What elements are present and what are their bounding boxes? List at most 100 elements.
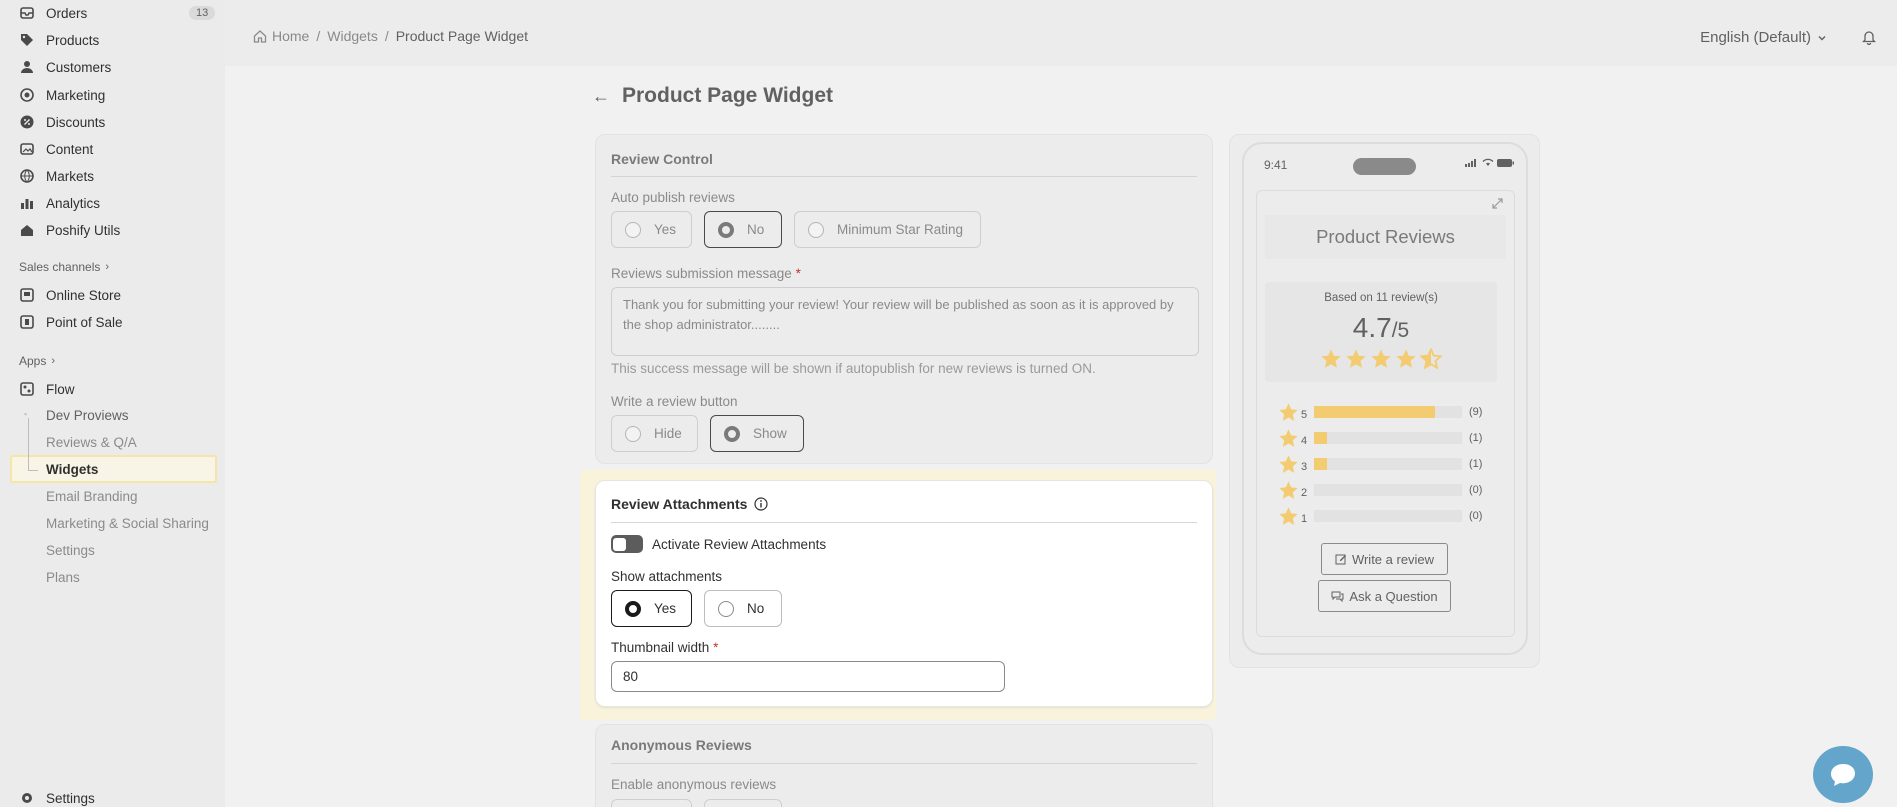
auto-publish-min-star-radio[interactable]: Minimum Star Rating bbox=[794, 211, 981, 248]
chat-bubble-icon bbox=[1829, 762, 1857, 788]
anonymous-no-radio[interactable] bbox=[704, 799, 782, 807]
sidebar-subitem-settings[interactable]: Settings bbox=[46, 543, 95, 558]
breadcrumb-home[interactable]: Home bbox=[272, 28, 309, 44]
sidebar-item-label: Online Store bbox=[46, 287, 122, 303]
ask-question-preview-button[interactable]: Ask a Question bbox=[1318, 580, 1451, 612]
sidebar-subitem-email-branding[interactable]: Email Branding bbox=[46, 489, 138, 504]
sidebar-item-flow[interactable]: Flow bbox=[20, 378, 75, 400]
apps-header[interactable]: Apps › bbox=[19, 354, 55, 368]
sidebar: Orders 13 Products Customers Marketing D… bbox=[0, 0, 225, 807]
edit-icon bbox=[1335, 553, 1347, 565]
sidebar-item-label: Markets bbox=[46, 168, 95, 184]
sidebar-item-orders[interactable]: Orders bbox=[20, 2, 87, 24]
widget-preview-card: 9:41 Product Reviews Based on 11 review(… bbox=[1229, 134, 1540, 668]
average-rating: 4.7/5 bbox=[1352, 312, 1410, 343]
sidebar-item-products[interactable]: Products bbox=[20, 29, 99, 51]
thumbnail-width-input[interactable]: 80 bbox=[611, 661, 1005, 692]
sidebar-item-settings[interactable]: Settings bbox=[20, 787, 95, 807]
sidebar-item-online-store[interactable]: Online Store bbox=[20, 284, 121, 306]
sidebar-item-label: Analytics bbox=[46, 195, 101, 211]
language-selector[interactable]: English (Default) bbox=[1700, 29, 1827, 46]
auto-publish-no-radio[interactable]: No bbox=[704, 211, 782, 248]
write-review-preview-button[interactable]: Write a review bbox=[1321, 543, 1448, 575]
sidebar-subitem-widgets[interactable]: Widgets bbox=[46, 462, 98, 477]
write-review-hide-radio[interactable]: Hide bbox=[611, 415, 698, 452]
sidebar-item-label: Marketing bbox=[46, 87, 106, 103]
activate-attachments-toggle[interactable] bbox=[611, 535, 643, 553]
toggle-knob bbox=[613, 537, 626, 551]
radio-circle bbox=[625, 221, 641, 238]
star-icon bbox=[1371, 349, 1391, 368]
bar-chart-icon bbox=[20, 196, 34, 210]
sidebar-item-label: Products bbox=[46, 32, 100, 48]
show-attachments-no-radio[interactable]: No bbox=[704, 590, 782, 627]
enable-anonymous-label: Enable anonymous reviews bbox=[611, 777, 777, 792]
divider bbox=[611, 763, 1197, 764]
sidebar-subitem-marketing-social[interactable]: Marketing & Social Sharing bbox=[46, 516, 209, 531]
sidebar-item-content[interactable]: Content bbox=[20, 138, 93, 160]
sidebar-item-discounts[interactable]: Discounts bbox=[20, 111, 105, 133]
tag-icon bbox=[20, 33, 34, 47]
home-icon bbox=[253, 29, 267, 43]
distribution-star-number: 5 bbox=[1301, 409, 1308, 421]
anonymous-reviews-card: Anonymous Reviews Enable anonymous revie… bbox=[595, 724, 1213, 807]
home-icon bbox=[20, 223, 34, 237]
distribution-bar bbox=[1314, 432, 1462, 444]
info-icon[interactable] bbox=[754, 497, 769, 511]
star-icon bbox=[1279, 402, 1298, 421]
anonymous-yes-radio[interactable] bbox=[611, 799, 692, 807]
distribution-row: 5 (9) bbox=[1278, 401, 1482, 423]
sidebar-item-label: Content bbox=[46, 141, 94, 157]
distribution-bar bbox=[1314, 458, 1462, 470]
top-bar: Home / Widgets / Product Page Widget Eng… bbox=[225, 0, 1897, 66]
distribution-star-number: 4 bbox=[1301, 435, 1308, 447]
phone-time: 9:41 bbox=[1264, 158, 1288, 172]
pos-icon bbox=[20, 315, 34, 329]
distribution-bar-fill bbox=[1314, 432, 1328, 444]
star-icon bbox=[1396, 349, 1416, 368]
chat-bubble-icon bbox=[1331, 590, 1344, 602]
show-attachments-yes-radio[interactable]: Yes bbox=[611, 590, 692, 627]
sidebar-subitem-reviews-qa[interactable]: Reviews & Q/A bbox=[46, 435, 137, 450]
tree-line bbox=[28, 418, 29, 470]
distribution-star-number: 1 bbox=[1301, 513, 1308, 525]
write-review-show-radio[interactable]: Show bbox=[710, 415, 804, 452]
radio-circle-selected bbox=[724, 425, 740, 442]
sidebar-item-analytics[interactable]: Analytics bbox=[20, 192, 100, 214]
distribution-star-number: 2 bbox=[1301, 487, 1308, 499]
auto-publish-yes-radio[interactable]: Yes bbox=[611, 211, 692, 248]
phone-screen: Product Reviews Based on 11 review(s) 4.… bbox=[1256, 190, 1515, 637]
sidebar-item-point-of-sale[interactable]: Point of Sale bbox=[20, 311, 123, 333]
submission-message-textarea[interactable]: Thank you for submitting your review! Yo… bbox=[611, 287, 1199, 356]
breadcrumb-widgets[interactable]: Widgets bbox=[327, 28, 378, 44]
sidebar-item-label: Flow bbox=[46, 381, 75, 397]
chat-widget-button[interactable] bbox=[1813, 746, 1873, 803]
star-icon bbox=[1279, 506, 1298, 525]
phone-frame: 9:41 Product Reviews Based on 11 review(… bbox=[1242, 142, 1528, 655]
page-title: ← Product Page Widget bbox=[592, 84, 833, 107]
sidebar-item-poshify-utils[interactable]: Poshify Utils bbox=[20, 219, 120, 241]
sidebar-item-customers[interactable]: Customers bbox=[20, 56, 111, 78]
sidebar-item-label: Settings bbox=[46, 790, 95, 806]
activate-attachments-label: Activate Review Attachments bbox=[652, 537, 827, 552]
flow-icon bbox=[20, 382, 34, 396]
based-on-text: Based on 11 review(s) bbox=[1324, 292, 1438, 304]
sidebar-item-label: Orders bbox=[46, 5, 88, 21]
radio-circle bbox=[808, 221, 824, 238]
sidebar-item-markets[interactable]: Markets bbox=[20, 165, 94, 187]
expand-icon[interactable] bbox=[1491, 197, 1504, 213]
sidebar-item-marketing[interactable]: Marketing bbox=[20, 84, 105, 106]
sidebar-subitem-dev-proviews[interactable]: Dev Proviews bbox=[46, 408, 129, 423]
phone-notch bbox=[1353, 158, 1416, 175]
star-icon bbox=[1279, 480, 1298, 499]
distribution-count: (1) bbox=[1469, 432, 1483, 444]
distribution-star-number: 3 bbox=[1301, 461, 1308, 473]
wifi-icon bbox=[1482, 158, 1494, 166]
sales-channels-header[interactable]: Sales channels › bbox=[19, 260, 109, 274]
distribution-count: (1) bbox=[1469, 458, 1483, 470]
back-arrow-icon[interactable]: ← bbox=[592, 86, 610, 107]
content-icon bbox=[20, 142, 34, 156]
sidebar-subitem-plans[interactable]: Plans bbox=[46, 570, 80, 585]
bell-icon[interactable] bbox=[1861, 29, 1877, 48]
sidebar-item-label: Customers bbox=[46, 59, 112, 75]
